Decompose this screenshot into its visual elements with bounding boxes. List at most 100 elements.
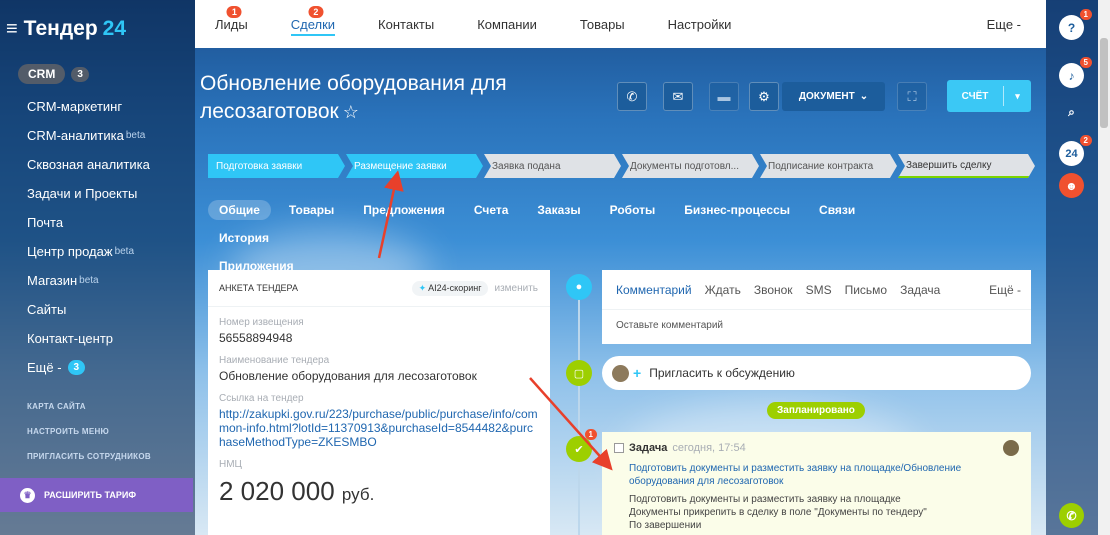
- invite-discussion-bar[interactable]: + Пригласить к обсуждению: [602, 356, 1031, 390]
- nav-more[interactable]: Еще -: [987, 17, 1021, 32]
- sidebar-item-end-to-end-analytics[interactable]: Сквозная аналитика: [0, 150, 195, 179]
- sparkle-icon: ✦: [418, 282, 429, 293]
- bell-badge: 5: [1079, 57, 1092, 68]
- sidebar-item-shop[interactable]: Магазин beta: [0, 266, 195, 295]
- nav-settings[interactable]: Настройки: [668, 0, 732, 48]
- tab-wait[interactable]: Ждать: [705, 283, 741, 297]
- chat-button[interactable]: ▬: [709, 82, 739, 111]
- task-time: сегодня, 17:54: [672, 442, 746, 454]
- star-icon[interactable]: ☆: [343, 102, 359, 122]
- invoice-button[interactable]: СЧЁТ ▾: [947, 80, 1031, 112]
- sidebar-item-sites[interactable]: Сайты: [0, 295, 195, 324]
- activity-tabs: Комментарий Ждать Звонок SMS Письмо Зада…: [602, 270, 1031, 310]
- crm-item[interactable]: CRM 3: [0, 62, 195, 86]
- task-checkbox[interactable]: [614, 443, 624, 453]
- page-title: Обновление оборудования для лесозаготово…: [200, 70, 570, 126]
- sidebar-item-crm-analytics[interactable]: CRM-аналитика beta: [0, 121, 195, 150]
- sidebar-item-mail[interactable]: Почта: [0, 208, 195, 237]
- logo-text: Тендер: [23, 17, 98, 40]
- invite-employees-link[interactable]: ПРИГЛАСИТЬ СОТРУДНИКОВ: [0, 444, 195, 469]
- tab-products[interactable]: Товары: [278, 200, 345, 220]
- nav-contacts[interactable]: Контакты: [378, 0, 434, 48]
- nav-badge: 2: [308, 6, 324, 18]
- document-button[interactable]: ДОКУМЕНТ ⌄: [782, 82, 885, 111]
- task-link[interactable]: Подготовить документы и разместить заявк…: [614, 462, 1019, 488]
- nav-label: Настройки: [667, 16, 732, 32]
- bell-icon[interactable]: ♪ 5: [1059, 57, 1092, 88]
- stage-documents[interactable]: Документы подготовл...: [622, 154, 759, 178]
- tab-call[interactable]: Звонок: [754, 283, 793, 297]
- help-icon[interactable]: ? 1: [1059, 9, 1092, 40]
- sidebar-item-sales-center[interactable]: Центр продаж beta: [0, 237, 195, 266]
- tab-sms[interactable]: SMS: [806, 283, 832, 297]
- tab-comment[interactable]: Комментарий: [616, 283, 692, 297]
- sidebar-item-contact-center[interactable]: Контакт-центр: [0, 324, 195, 353]
- nav-products[interactable]: Товары: [580, 0, 625, 48]
- upgrade-plan-button[interactable]: ♛ РАСШИРИТЬ ТАРИФ: [0, 478, 193, 512]
- tab-task[interactable]: Задача: [900, 283, 940, 297]
- crm-count-badge: 3: [71, 66, 89, 82]
- user-avatar-icon[interactable]: ☻: [1059, 173, 1084, 198]
- stage-placement[interactable]: Размещение заявки: [346, 154, 483, 178]
- nmc-label: НМЦ: [219, 459, 242, 470]
- phone-icon[interactable]: ✆: [1059, 503, 1084, 528]
- edit-link[interactable]: изменить: [494, 283, 538, 294]
- call-button[interactable]: ✆: [617, 82, 647, 111]
- nav-deals[interactable]: 2 Сделки: [290, 0, 336, 48]
- nav-label: Сделки: [290, 16, 336, 32]
- deal-pipeline: Подготовка заявки Размещение заявки Заяв…: [208, 154, 1036, 178]
- tab-history[interactable]: История: [208, 228, 280, 248]
- logo[interactable]: Тендер 24: [24, 17, 126, 41]
- nav-badge: 1: [226, 6, 242, 18]
- phone-icon: ✆: [626, 88, 638, 104]
- tab-business-processes[interactable]: Бизнес-процессы: [673, 200, 801, 220]
- search-icon[interactable]: ⌕: [1059, 100, 1084, 125]
- task-description: Документы прикрепить в сделку в поле "До…: [629, 507, 927, 518]
- left-sidebar: ≡ Тендер 24 CRM 3 CRM-маркетинг CRM-анали…: [0, 0, 195, 535]
- avatar[interactable]: [1003, 440, 1019, 456]
- nav-companies[interactable]: Компании: [477, 0, 537, 48]
- logo-number: 24: [102, 17, 127, 40]
- sidebar-menu: CRM-маркетинг CRM-аналитика beta Сквозная…: [0, 92, 195, 382]
- email-button[interactable]: ✉: [663, 82, 693, 111]
- scrollbar[interactable]: [1098, 0, 1110, 535]
- chevron-down-icon[interactable]: ▾: [1004, 91, 1031, 102]
- task-title: Задача: [629, 442, 668, 454]
- scan-button[interactable]: ⛶: [897, 82, 927, 111]
- nav-label: Контакты: [378, 16, 435, 32]
- b24-label: 24: [1065, 147, 1078, 160]
- tab-offers[interactable]: Предложения: [352, 200, 456, 220]
- menu-icon[interactable]: ≡: [6, 18, 18, 41]
- sidebar-item-tasks[interactable]: Задачи и Проекты: [0, 179, 195, 208]
- tab-email[interactable]: Письмо: [845, 283, 888, 297]
- stage-submitted[interactable]: Заявка подана: [484, 154, 621, 178]
- comment-input[interactable]: Оставьте комментарий: [602, 310, 1031, 331]
- tab-robots[interactable]: Роботы: [599, 200, 667, 220]
- notice-number-value: 56558894948: [219, 331, 293, 345]
- ai-scoring-button[interactable]: ✦ AI24-скоринг: [411, 280, 489, 296]
- stage-contract[interactable]: Подписание контракта: [760, 154, 897, 178]
- tab-orders[interactable]: Заказы: [526, 200, 591, 220]
- crown-icon: ♛: [20, 487, 35, 503]
- tab-general[interactable]: Общие: [208, 200, 271, 220]
- tab-invoices[interactable]: Счета: [463, 200, 520, 220]
- nmc-currency: руб.: [341, 485, 375, 504]
- scrollbar-thumb[interactable]: [1100, 38, 1108, 128]
- b24-icon[interactable]: 24 2: [1059, 135, 1092, 166]
- tender-link[interactable]: http://zakupki.gov.ru/223/purchase/publi…: [208, 407, 538, 449]
- crm-pill[interactable]: CRM: [18, 64, 66, 84]
- site-map-link[interactable]: КАРТА САЙТА: [0, 394, 195, 419]
- stage-finish[interactable]: Завершить сделку: [898, 154, 1035, 178]
- tender-form-card: АНКЕТА ТЕНДЕРА ✦ AI24-скоринг изменить Н…: [208, 270, 550, 535]
- settings-button[interactable]: ⚙: [749, 82, 779, 111]
- nmc-value: 2 020 000 руб.: [208, 476, 550, 507]
- configure-menu-link[interactable]: НАСТРОИТЬ МЕНЮ: [0, 419, 195, 444]
- task-description: Подготовить документы и разместить заявк…: [629, 494, 901, 505]
- sidebar-item-more[interactable]: Ещё - 3: [0, 353, 195, 382]
- tab-links[interactable]: Связи: [808, 200, 866, 220]
- nav-leads[interactable]: 1 Лиды: [215, 0, 248, 48]
- stage-preparation[interactable]: Подготовка заявки: [208, 154, 345, 178]
- activity-more[interactable]: Ещё -: [989, 283, 1021, 297]
- document-label: ДОКУМЕНТ: [798, 91, 855, 102]
- sidebar-item-crm-marketing[interactable]: CRM-маркетинг: [0, 92, 195, 121]
